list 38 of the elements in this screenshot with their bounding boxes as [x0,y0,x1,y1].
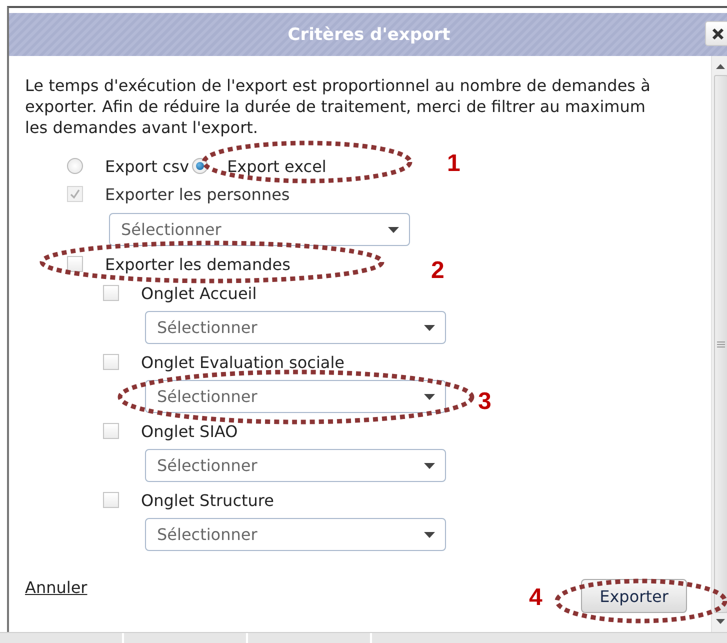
select-field[interactable]: Sélectionner [145,449,446,482]
caret-icon [388,226,399,232]
annotation-number: 2 [431,258,444,284]
scrollbar[interactable] [711,56,727,632]
checkbox-label: Onglet Evaluation sociale [141,352,345,372]
checkbox[interactable] [103,423,119,439]
checkbox-label: Onglet Structure [141,490,274,510]
check-icon [69,188,81,200]
intro-text: Le temps d'exécution de l'export est proportionnel au nombre de demandes à exporter. Afin de réduire la durée de traitement, merci de filtrer au maximum les demandes avant l'export. [25,75,652,138]
scroll-up-icon[interactable] [716,64,725,69]
checkbox-label: Exporter les demandes [105,254,290,274]
radio-label: Export csv [105,156,190,176]
annotation-number: 4 [529,585,542,611]
close-icon [712,28,724,40]
radio-label: Export excel [227,156,326,176]
caret-icon [424,324,435,330]
radio-button[interactable] [67,158,83,174]
close-button[interactable] [705,21,727,46]
checkbox[interactable] [103,285,119,301]
select-field[interactable]: Sélectionner [145,518,446,551]
checkbox-label: Onglet SIAO [141,422,238,440]
caret-icon [424,532,435,538]
annotation-number: 3 [478,389,492,415]
annotation-number: 1 [447,151,460,177]
select-field[interactable]: Sélectionner [145,380,446,413]
grip-icon [716,340,724,348]
caret-icon [424,394,435,400]
window-title: Critères d'export [288,24,450,44]
select-field[interactable]: Sélectionner [145,311,446,344]
scroll-down-icon[interactable] [716,619,725,624]
checkbox[interactable] [103,354,119,370]
checkbox-label: Exporter les personnes [105,184,290,204]
checkbox-label: Onglet Accueil [141,284,257,302]
checkbox[interactable] [103,492,119,508]
cancel-link[interactable]: Annuler [25,578,88,597]
checkbox[interactable] [67,256,83,272]
caret-icon [424,462,435,468]
export-button[interactable]: Exporter [581,579,687,613]
